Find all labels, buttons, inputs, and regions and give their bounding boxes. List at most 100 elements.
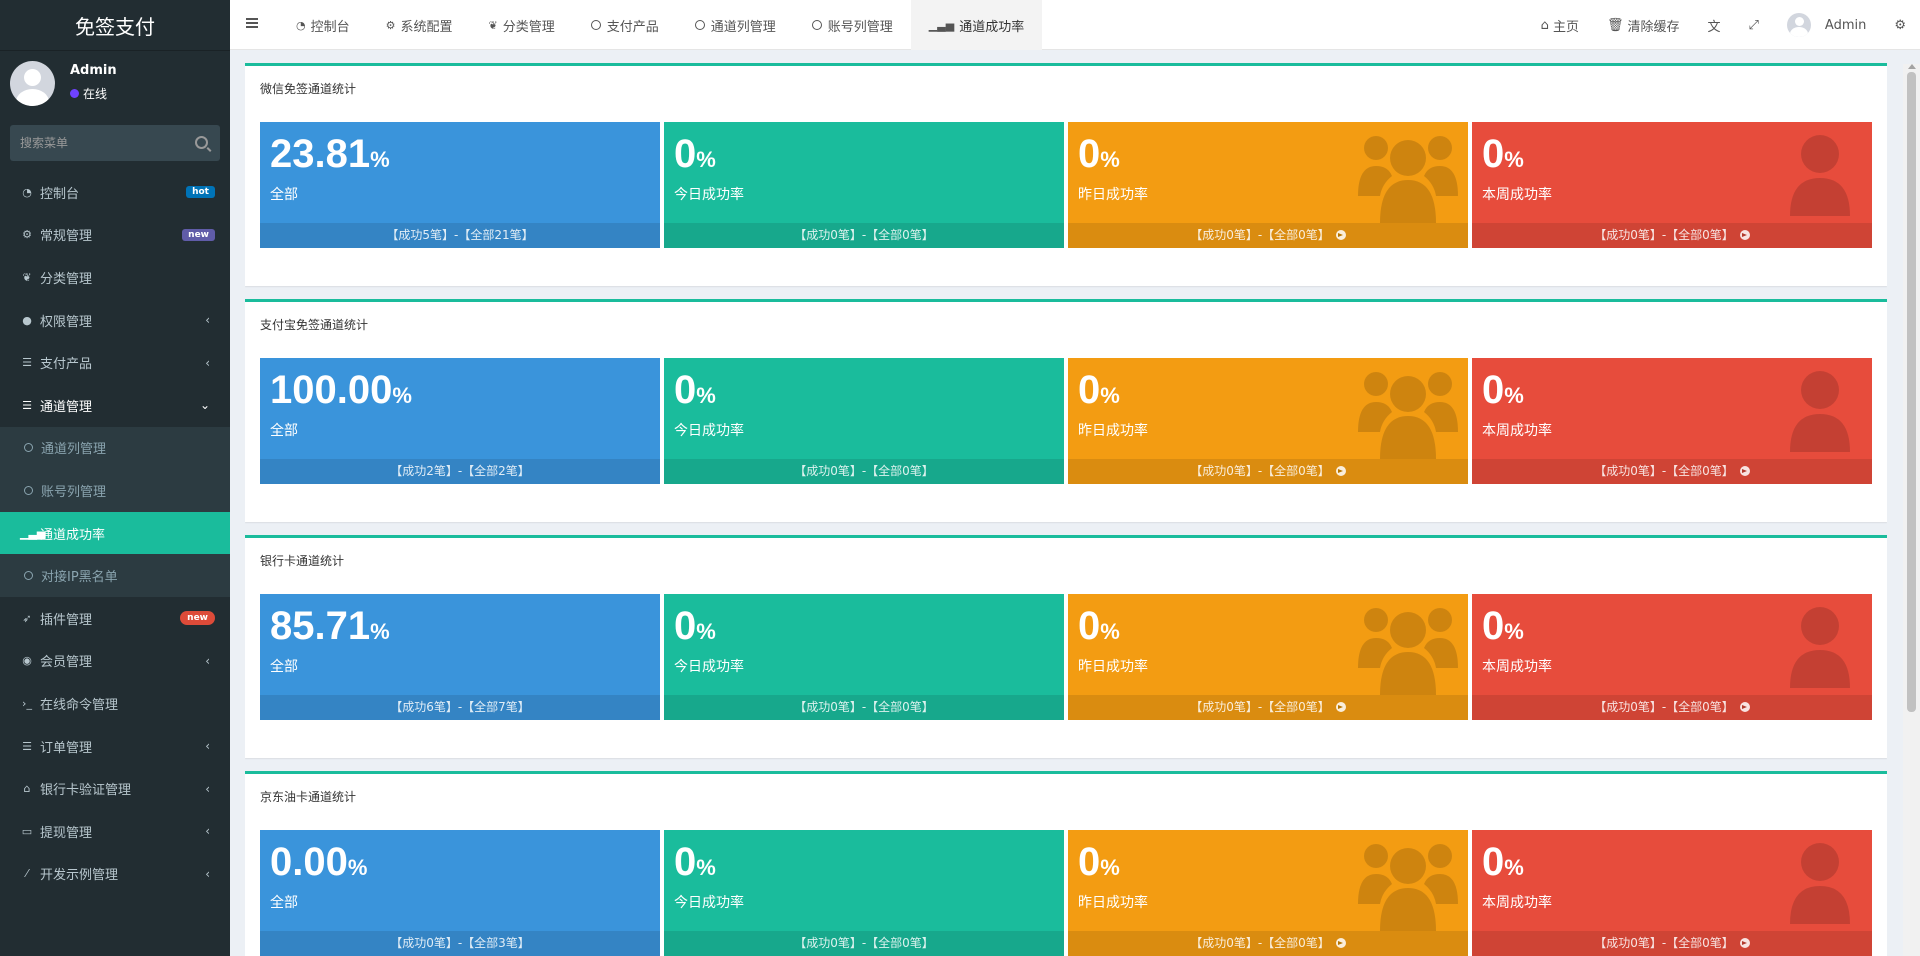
stat-footer[interactable]: 【成功0笔】-【全部0笔】: [1068, 931, 1468, 956]
fullscreen-button[interactable]: ⤢: [1735, 18, 1773, 33]
stat-unit: %: [696, 147, 716, 172]
language-button[interactable]: 文: [1693, 16, 1734, 35]
stat-footer[interactable]: 【成功0笔】-【全部0笔】: [664, 223, 1064, 248]
users-icon: [1358, 608, 1458, 695]
stat-box-total: 0.00% 全部 【成功0笔】-【全部3笔】: [260, 830, 660, 956]
dashboard-icon: ◔: [22, 185, 32, 199]
cogs-icon: ⚙: [22, 228, 32, 242]
stat-footer[interactable]: 【成功0笔】-【全部0笔】: [1472, 223, 1872, 248]
stat-footer-text: 【成功0笔】-【全部0笔】: [1594, 228, 1734, 242]
sidebar-item-ip-blacklist[interactable]: 对接IP黑名单: [0, 554, 230, 597]
stat-number: 0: [674, 840, 697, 884]
tab-system-config[interactable]: ⚙ 系统配置: [368, 0, 471, 50]
users-icon: [1358, 136, 1458, 223]
stat-footer-text: 【成功0笔】-【全部0笔】: [1190, 936, 1330, 950]
stat-footer[interactable]: 【成功0笔】-【全部0笔】: [1472, 931, 1872, 956]
stat-footer[interactable]: 【成功0笔】-【全部0笔】: [664, 931, 1064, 956]
stat-unit: %: [392, 383, 412, 408]
stat-footer[interactable]: 【成功2笔】-【全部2笔】: [260, 459, 660, 484]
stat-label: 昨日成功率: [1078, 895, 1148, 911]
sidebar-item-channel-success[interactable]: ▁▃▅ 通道成功率: [0, 511, 230, 555]
sidebar-item-channel-list[interactable]: 通道列管理: [0, 426, 230, 470]
sidebar-item-category[interactable]: ❦ 分类管理: [0, 256, 230, 299]
sidebar-item-withdraw[interactable]: ▭ 提现管理 ‹: [0, 810, 230, 853]
app-logo[interactable]: 免签支付: [0, 0, 230, 51]
sidebar-item-channel[interactable]: ☰ 通道管理 ⌄: [0, 384, 230, 427]
sidebar-item-plugin[interactable]: ➶ 插件管理 new: [0, 597, 230, 640]
sidebar-item-pay-product[interactable]: ☰ 支付产品 ‹: [0, 341, 230, 384]
sidebar-item-order[interactable]: ☰ 订单管理 ‹: [0, 725, 230, 768]
tab-dashboard[interactable]: ◔ 控制台: [278, 0, 368, 50]
stat-footer-text: 【成功0笔】-【全部0笔】: [794, 228, 934, 242]
stat-number: 0: [674, 368, 697, 412]
tab-account-list[interactable]: 账号列管理: [794, 0, 911, 50]
menu-toggle-icon[interactable]: [246, 18, 258, 20]
chevron-left-icon: ‹: [205, 824, 210, 839]
arrow-circle-right-icon: [1335, 230, 1346, 240]
stat-label: 今日成功率: [674, 423, 744, 439]
sidebar-menu: ◔ 控制台 hot ⚙ 常规管理 new ❦ 分类管理 ● 权限管理 ‹ ☰ 支…: [0, 171, 230, 895]
sidebar-item-label: 权限管理: [40, 314, 93, 330]
arrow-circle-right-icon: [1335, 938, 1346, 948]
stat-footer[interactable]: 【成功0笔】-【全部0笔】: [1472, 695, 1872, 720]
page-scrollbar[interactable]: [1903, 64, 1920, 956]
stat-value: 0%: [674, 600, 716, 658]
stat-unit: %: [696, 619, 716, 644]
clear-cache-button[interactable]: 🗑 清除缓存: [1593, 16, 1694, 35]
settings-button[interactable]: ⚙: [1880, 18, 1920, 33]
stat-footer[interactable]: 【成功0笔】-【全部0笔】: [1472, 459, 1872, 484]
sidebar-item-bankcard[interactable]: ⌂ 银行卡验证管理 ‹: [0, 767, 230, 810]
tab-channel-success[interactable]: ▁▃▅ 通道成功率: [910, 0, 1043, 50]
stat-footer[interactable]: 【成功5笔】-【全部21笔】: [260, 223, 660, 248]
stat-footer[interactable]: 【成功0笔】-【全部0笔】: [664, 695, 1064, 720]
tab-category[interactable]: ❦ 分类管理: [471, 0, 573, 50]
tab-pay-product[interactable]: 支付产品: [573, 0, 677, 50]
stat-unit: %: [1100, 147, 1120, 172]
stat-value: 100.00%: [270, 364, 412, 422]
main-content: 微信免签通道统计 23.81% 全部 【成功5笔】-【全部21笔】 0% 今日成…: [245, 63, 1887, 956]
sidebar-item-account-list[interactable]: 账号列管理: [0, 469, 230, 512]
stat-number: 0: [1078, 368, 1101, 412]
sidebar-item-label: 通道成功率: [40, 527, 106, 543]
cogs-icon: ⚙: [1894, 17, 1906, 33]
tab-label: 账号列管理: [827, 19, 893, 35]
scroll-up-arrow-icon[interactable]: [1908, 64, 1916, 69]
list-icon: ☰: [22, 398, 32, 412]
stat-footer[interactable]: 【成功0笔】-【全部0笔】: [1068, 459, 1468, 484]
menu-search-input[interactable]: [10, 125, 200, 161]
stat-footer[interactable]: 【成功0笔】-【全部0笔】: [1068, 223, 1468, 248]
sidebar-item-dashboard[interactable]: ◔ 控制台 hot: [0, 171, 230, 214]
stat-footer[interactable]: 【成功0笔】-【全部0笔】: [1068, 695, 1468, 720]
stat-footer[interactable]: 【成功0笔】-【全部3笔】: [260, 931, 660, 956]
sidebar-item-command[interactable]: ›_ 在线命令管理: [0, 682, 230, 725]
leaf-icon: ❦: [488, 18, 498, 32]
tab-channel-list[interactable]: 通道列管理: [677, 0, 794, 50]
sidebar-item-member[interactable]: ◉ 会员管理 ‹: [0, 640, 230, 683]
stats-panel-alipay: 支付宝免签通道统计 100.00% 全部 【成功2笔】-【全部2笔】 0% 今日…: [245, 299, 1887, 522]
chevron-left-icon: ‹: [205, 781, 210, 796]
stat-number: 0.00: [270, 840, 348, 884]
user-circle-icon: ◉: [22, 654, 32, 668]
sidebar-item-auth[interactable]: ● 权限管理 ‹: [0, 299, 230, 342]
stat-label: 今日成功率: [674, 895, 744, 911]
stat-box-yesterday: 0% 昨日成功率 【成功0笔】-【全部0笔】: [1068, 358, 1468, 484]
stats-panel-wechat: 微信免签通道统计 23.81% 全部 【成功5笔】-【全部21笔】 0% 今日成…: [245, 63, 1887, 286]
stat-unit: %: [1504, 619, 1524, 644]
arrow-circle-right-icon: [1739, 702, 1750, 712]
stat-footer-text: 【成功0笔】-【全部0笔】: [794, 700, 934, 714]
home-link[interactable]: ⌂ 主页: [1527, 16, 1593, 35]
stat-footer[interactable]: 【成功6笔】-【全部7笔】: [260, 695, 660, 720]
tab-label: 系统配置: [400, 19, 453, 35]
sidebar-item-label: 支付产品: [40, 357, 93, 373]
user-icon: [1790, 135, 1850, 216]
search-icon[interactable]: [195, 136, 208, 149]
tab-label: 通道成功率: [959, 19, 1025, 35]
scroll-thumb[interactable]: [1907, 72, 1916, 712]
arrow-circle-right-icon: [1739, 230, 1750, 240]
sidebar-item-general[interactable]: ⚙ 常规管理 new: [0, 214, 230, 257]
stat-value: 0%: [1078, 364, 1120, 422]
sidebar-item-dev-example[interactable]: ⁄ 开发示例管理 ‹: [0, 853, 230, 896]
stat-footer[interactable]: 【成功0笔】-【全部0笔】: [664, 459, 1064, 484]
user-menu[interactable]: Admin: [1773, 13, 1880, 37]
stat-unit: %: [347, 855, 368, 880]
